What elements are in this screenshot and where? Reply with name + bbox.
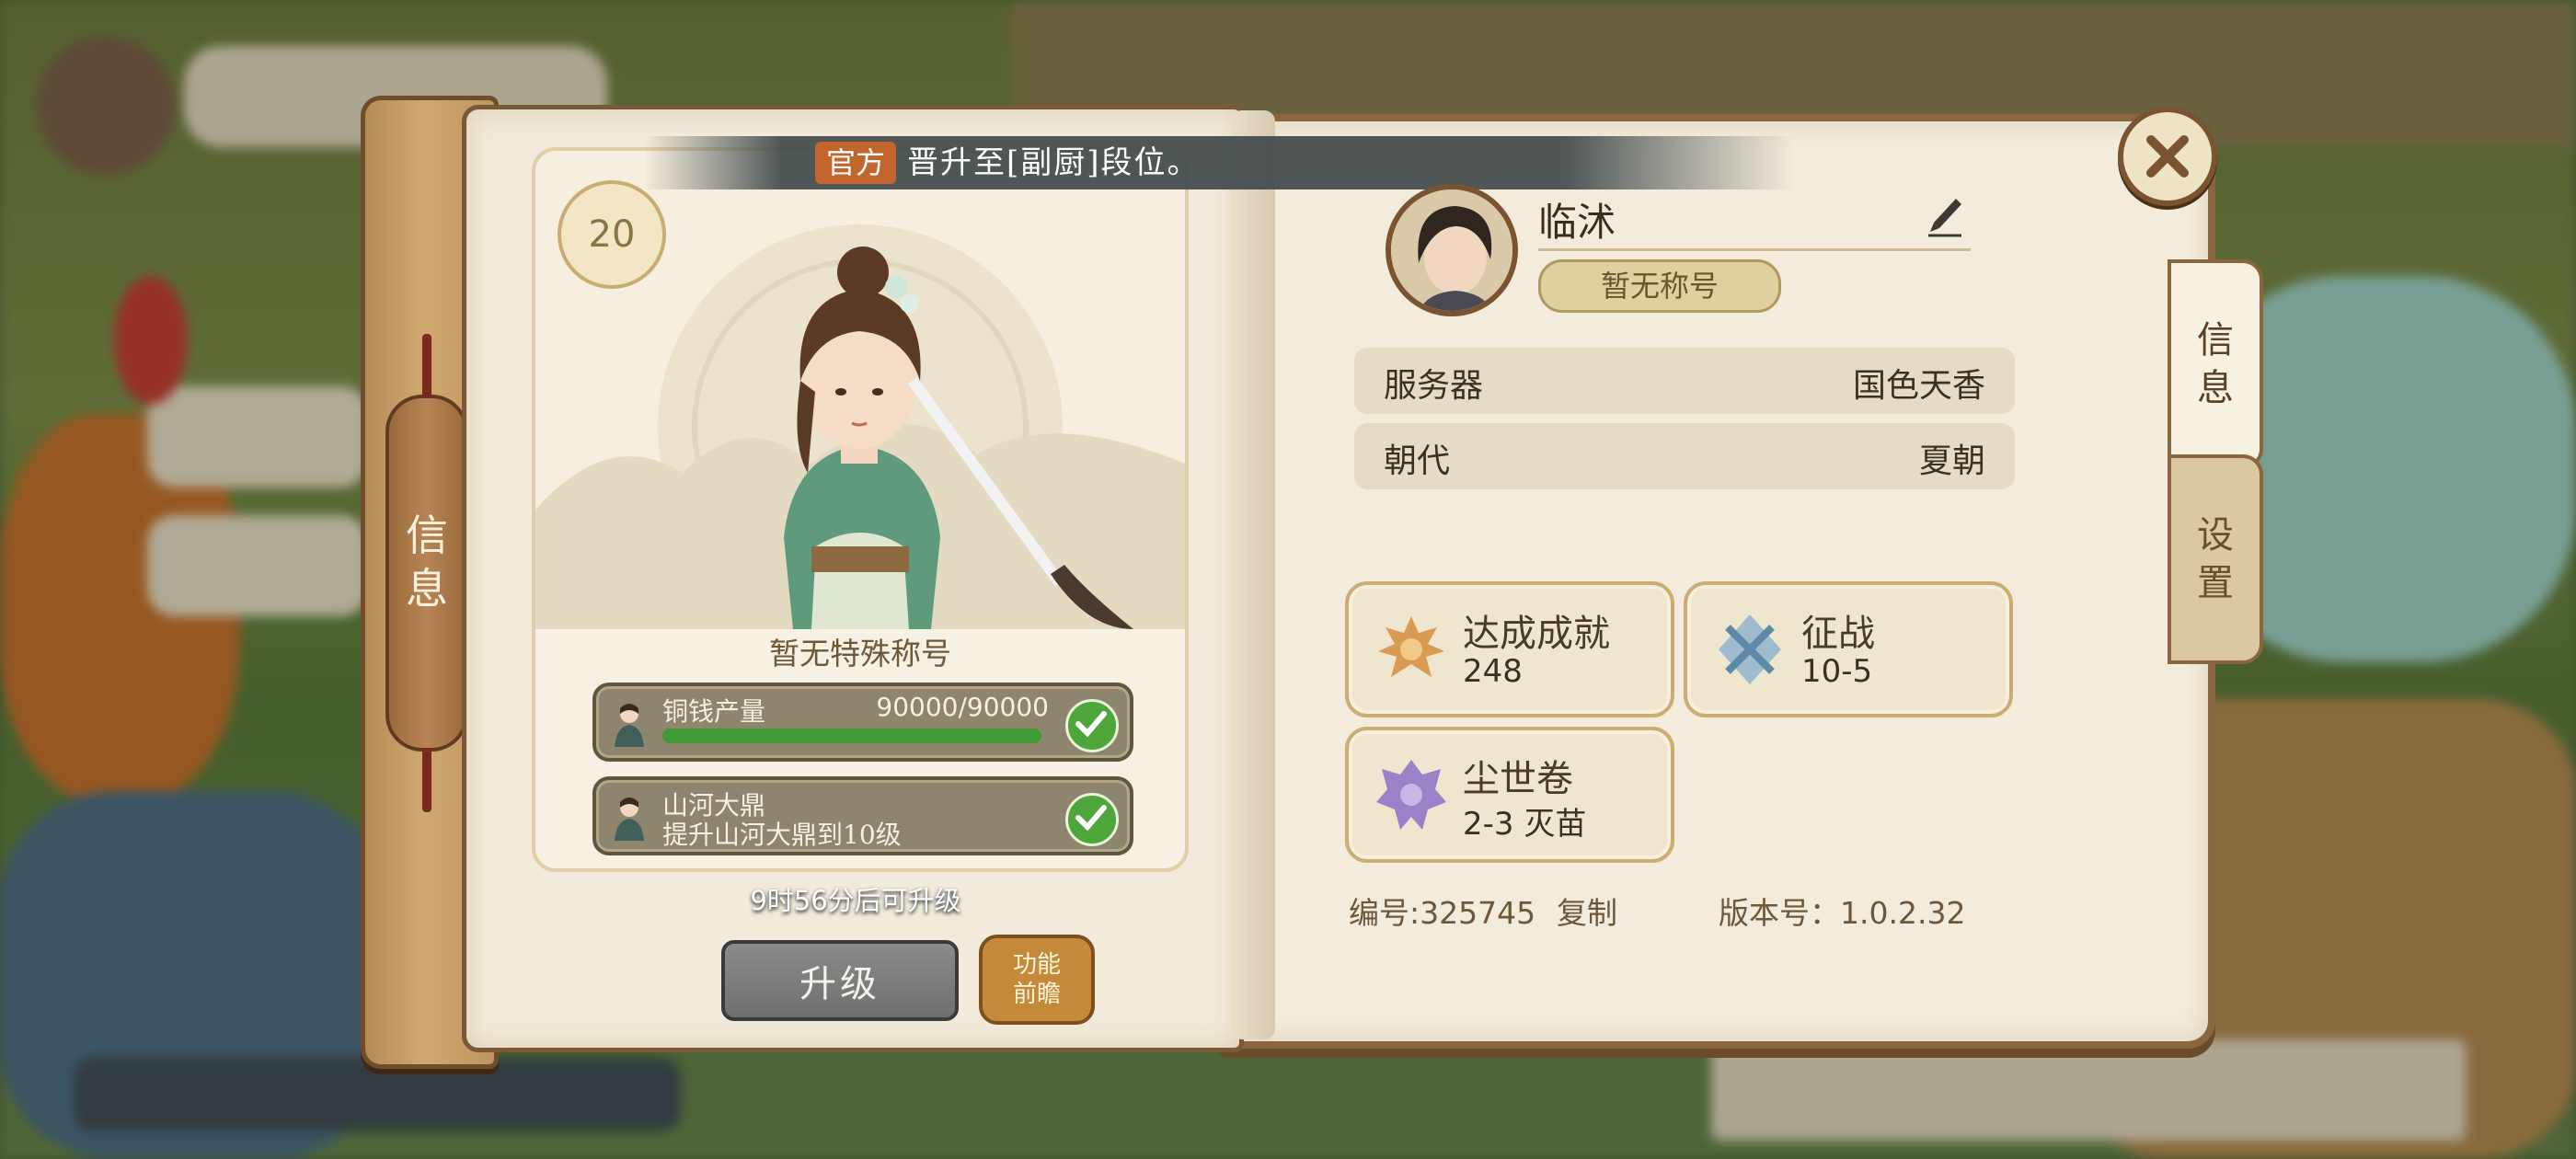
notice-banner: 官方 晋升至[副厨]段位。 [644, 136, 1794, 189]
info-value: 国色天香 [1852, 367, 1985, 405]
info-row-dynasty: 朝代 夏朝 [1354, 423, 2015, 489]
info-key: 朝代 [1384, 442, 1451, 480]
stat-chronicle[interactable]: 尘世卷 2-3 灭苗 [1345, 727, 1674, 863]
phoenix-emblem-icon [1378, 616, 1444, 677]
tab-settings[interactable]: 设 置 [2168, 454, 2263, 664]
stat-achievements[interactable]: 达成成就 248 [1345, 581, 1674, 717]
stat-value: 2-3 灭苗 [1463, 806, 1587, 843]
task-title: 铜钱产量 [662, 696, 766, 727]
chef-avatar-icon [615, 798, 644, 841]
info-value: 夏朝 [1918, 442, 1985, 480]
spine-rod-bottom [422, 748, 431, 812]
player-title-badge[interactable]: 暂无称号 [1538, 259, 1781, 313]
stat-name: 达成成就 [1463, 613, 1610, 655]
info-key: 服务器 [1384, 367, 1484, 405]
level-badge: 20 [558, 180, 666, 289]
stat-value: 10-5 [1801, 653, 1873, 690]
stat-campaign[interactable]: 征战 10-5 [1684, 581, 2013, 717]
task-copper-output: 铜钱产量 90000/90000 [592, 683, 1133, 762]
upgrade-timer: 9时56分后可升级 [750, 885, 961, 916]
crossed-swords-icon [1719, 614, 1781, 684]
avatar[interactable] [1386, 184, 1518, 316]
chef-avatar-icon [615, 704, 644, 747]
stat-name: 尘世卷 [1463, 758, 1573, 800]
version-label: 版本号：1.0.2.32 [1719, 895, 1966, 931]
feature-preview-button[interactable]: 功能 前瞻 [979, 935, 1095, 1025]
copy-id-button[interactable]: 复制 [1557, 889, 1617, 933]
edit-brush-icon[interactable] [1925, 195, 1965, 239]
close-icon [2146, 135, 2189, 178]
special-title: 暂无特殊称号 [769, 636, 951, 671]
tab-info-label: 信 息 [2197, 319, 2234, 409]
tab-info[interactable]: 信 息 [2168, 259, 2263, 469]
stat-name: 征战 [1801, 613, 1875, 655]
name-underline [1538, 248, 1971, 251]
feature-preview-label: 功能 前瞻 [1012, 951, 1061, 1008]
task-description: 提升山河大鼎到10级 [662, 820, 902, 850]
player-name: 临沭 [1538, 200, 1616, 245]
character-card: 20 暂无特殊称号 铜钱产量 90000/90000 山河大鼎 提升山河大鼎到1… [532, 147, 1189, 872]
player-portrait [1391, 189, 1512, 311]
tab-settings-label: 设 置 [2197, 514, 2234, 604]
notice-tag: 官方 [815, 142, 897, 184]
spine-rod-top [422, 334, 431, 398]
spine-tab-label: 信 息 [406, 511, 448, 614]
task-progress-bar [662, 729, 1041, 743]
check-icon [1065, 793, 1119, 846]
task-cauldron: 山河大鼎 提升山河大鼎到10级 [592, 776, 1133, 855]
spine-tab-info[interactable]: 信 息 [385, 334, 468, 812]
close-button[interactable] [2118, 107, 2217, 206]
stat-value: 248 [1463, 653, 1523, 690]
check-icon [1065, 699, 1119, 752]
player-id: 编号:325745 [1349, 895, 1536, 931]
upgrade-button[interactable]: 升级 [721, 940, 959, 1021]
info-row-server: 服务器 国色天香 [1354, 348, 2015, 414]
purple-crest-icon [1376, 760, 1446, 830]
notice-message: 晋升至[副厨]段位。 [907, 144, 1201, 181]
task-count: 90000/90000 [876, 692, 1049, 722]
